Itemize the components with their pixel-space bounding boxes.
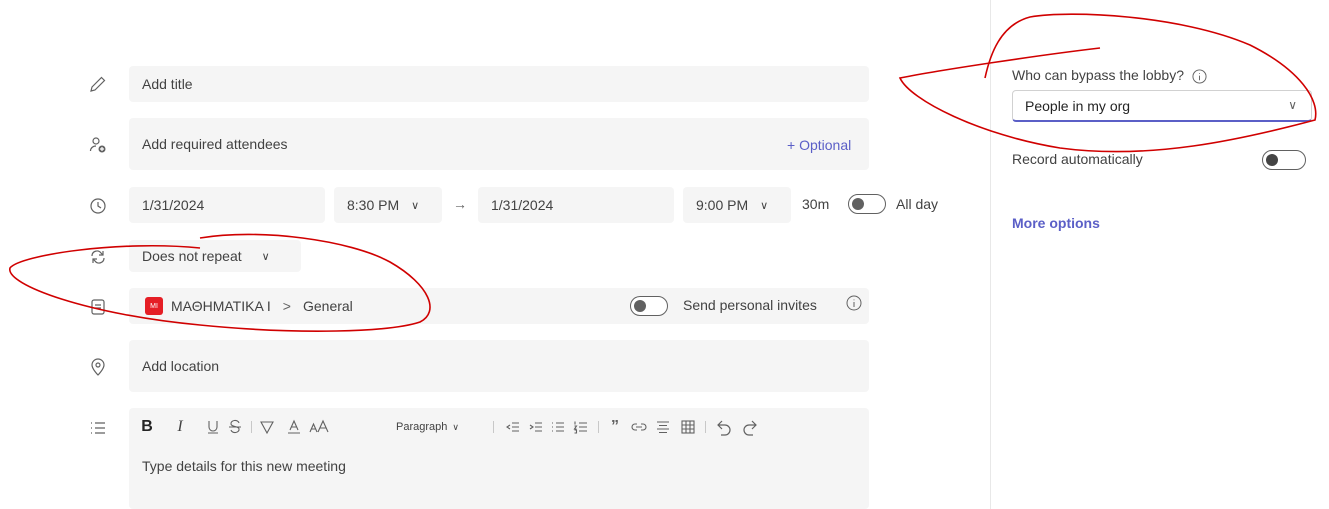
toggle-knob (1266, 154, 1278, 166)
location-input[interactable]: Add location (129, 340, 869, 392)
send-personal-invites-toggle[interactable] (630, 296, 668, 316)
arrow-icon: → (453, 196, 467, 212)
record-automatically-toggle[interactable] (1262, 150, 1306, 170)
toggle-knob (634, 300, 646, 312)
bulleted-list-icon[interactable] (550, 417, 566, 437)
link-icon[interactable] (631, 417, 647, 437)
lobby-label: Who can bypass the lobby? (1012, 67, 1207, 84)
chevron-right-icon: > (282, 298, 291, 314)
underline-icon[interactable] (205, 417, 221, 437)
all-day-label: All day (896, 196, 939, 212)
add-person-icon (88, 135, 108, 155)
chevron-down-icon: ∨ (452, 421, 459, 432)
details-list-icon (88, 418, 108, 438)
more-options-link[interactable]: More options (1012, 215, 1100, 231)
increase-indent-icon[interactable] (528, 417, 544, 437)
info-icon[interactable] (1192, 69, 1207, 84)
toolbar-divider (705, 421, 706, 433)
clock-icon (88, 196, 108, 216)
chevron-down-icon: ∨ (760, 199, 769, 212)
channel-icon (88, 297, 108, 317)
bold-button[interactable]: B (139, 417, 155, 437)
paragraph-style-label: Paragraph (396, 421, 448, 433)
end-time-select[interactable]: 9:00 PM ∨ (683, 187, 791, 223)
align-center-icon[interactable] (655, 417, 671, 437)
end-date-input[interactable]: 1/31/2024 (478, 187, 674, 223)
details-placeholder: Type details for this new meeting (142, 458, 346, 474)
start-time-select[interactable]: 8:30 PM ∨ (334, 187, 442, 223)
team-badge: MI (145, 297, 163, 315)
chevron-down-icon: ∨ (1288, 98, 1297, 112)
start-date-value: 1/31/2024 (142, 197, 205, 213)
italic-button[interactable]: I (172, 417, 188, 437)
undo-icon[interactable] (715, 417, 733, 437)
optional-attendees-link[interactable]: + Optional (787, 137, 851, 153)
end-time-value: 9:00 PM (696, 197, 749, 213)
numbered-list-icon[interactable] (573, 417, 589, 437)
toolbar-divider (493, 421, 494, 433)
channel-name: General (302, 298, 353, 314)
lobby-label-text: Who can bypass the lobby? (1012, 67, 1184, 83)
highlight-icon[interactable] (259, 417, 275, 437)
all-day-toggle[interactable] (848, 194, 886, 214)
title-placeholder: Add title (142, 76, 193, 92)
info-icon[interactable] (846, 295, 862, 311)
panel-divider (990, 0, 991, 509)
quote-icon[interactable]: ” (607, 417, 623, 437)
font-size-icon[interactable] (309, 417, 329, 437)
chevron-down-icon: ∨ (261, 250, 270, 263)
font-color-icon[interactable] (286, 417, 302, 437)
lobby-select[interactable]: People in my org ∨ (1012, 90, 1312, 122)
end-date-value: 1/31/2024 (491, 197, 554, 213)
decrease-indent-icon[interactable] (505, 417, 521, 437)
chevron-down-icon: ∨ (411, 199, 420, 212)
record-label: Record automatically (1012, 151, 1143, 167)
start-date-input[interactable]: 1/31/2024 (129, 187, 325, 223)
team-name: ΜΑΘΗΜΑΤΙΚΑ Ι (171, 298, 271, 314)
pencil-icon (88, 74, 108, 94)
redo-icon[interactable] (741, 417, 759, 437)
send-personal-invites-label: Send personal invites (683, 297, 817, 313)
paragraph-style-select[interactable]: Paragraph ∨ (396, 417, 476, 437)
toolbar-divider (251, 421, 252, 433)
table-icon[interactable] (680, 417, 696, 437)
toolbar-divider (598, 421, 599, 433)
location-icon (88, 357, 108, 377)
repeat-icon (88, 247, 108, 267)
location-placeholder: Add location (142, 358, 220, 374)
attendees-placeholder: Add required attendees (142, 136, 288, 152)
repeat-value: Does not repeat (142, 248, 242, 264)
lobby-select-value: People in my org (1025, 97, 1131, 114)
strikethrough-icon[interactable] (227, 417, 243, 437)
toggle-knob (852, 198, 864, 210)
attendees-input[interactable]: Add required attendees (129, 118, 869, 170)
start-time-value: 8:30 PM (347, 197, 400, 213)
repeat-select[interactable]: Does not repeat ∨ (129, 240, 301, 272)
duration-label: 30m (802, 196, 830, 212)
title-input[interactable]: Add title (129, 66, 869, 102)
